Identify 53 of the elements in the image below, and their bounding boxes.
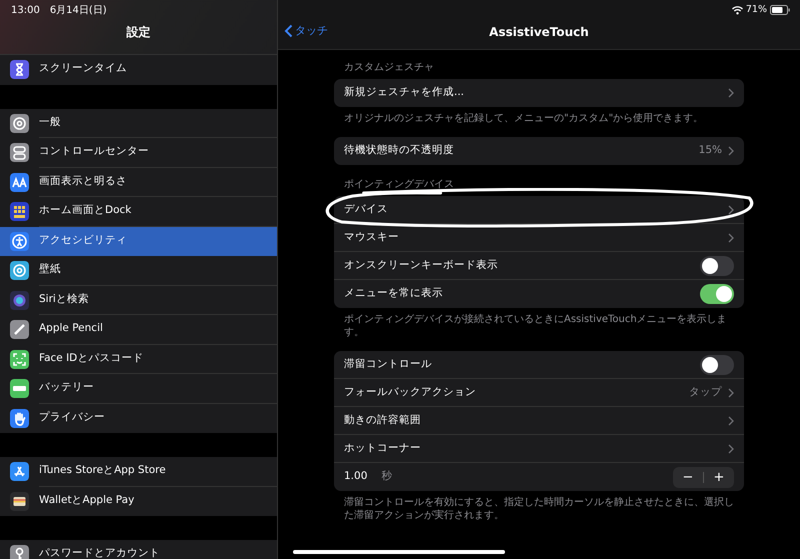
section-header: ポインティングデバイス <box>343 178 455 192</box>
sidebar-item[interactable]: Face IDとパスコード <box>0 344 277 374</box>
toggle-switch[interactable] <box>700 354 734 374</box>
chevron-icon <box>728 416 734 426</box>
sidebar-item[interactable]: iTunes StoreとApp Store <box>0 457 277 486</box>
sidebar-item[interactable]: 画面表示と明るさ <box>0 168 277 197</box>
row-label: オンスクリーンキーボード表示 <box>344 258 498 273</box>
chevron-icon <box>728 146 734 156</box>
battery-icon <box>770 5 790 16</box>
toggle-switch[interactable] <box>700 284 734 304</box>
section-header: カスタムジェスチャ <box>343 61 435 75</box>
stepper-value: 1.00 <box>344 469 368 484</box>
sidebar-item[interactable]: バッテリー <box>0 374 277 404</box>
chevron-icon <box>728 388 734 398</box>
settings-row[interactable]: デバイス <box>334 196 744 224</box>
section-footer: ポインティングデバイスが接続されているときにAssistiveTouchメニューを表示します。 <box>334 308 744 339</box>
toggle-switch[interactable] <box>700 256 734 276</box>
back-chevron-icon <box>284 24 293 38</box>
decrement-button[interactable]: − <box>673 470 703 484</box>
wifi-icon <box>732 6 743 15</box>
sidebar-item[interactable]: Apple Pencil <box>0 315 277 344</box>
sidebar-item[interactable]: 壁紙 <box>0 256 277 286</box>
sidebar-item[interactable]: プライバシー <box>0 404 277 433</box>
settings-row[interactable]: マウスキー <box>334 224 744 252</box>
increment-button[interactable]: + <box>704 470 734 484</box>
sidebar-item[interactable]: 一般 <box>0 108 277 138</box>
status-time: 13:00 6月14日(日) <box>11 4 107 18</box>
back-button[interactable]: タッチ <box>284 23 328 40</box>
row-value: タップ <box>689 384 722 400</box>
settings-row[interactable]: 動きの許容範囲 <box>334 407 744 435</box>
settings-row[interactable]: ホットコーナー <box>334 435 744 463</box>
settings-row[interactable]: 待機状態時の不透明度 15% <box>334 137 744 165</box>
page-title: AssistiveTouch <box>488 24 590 41</box>
chevron-icon <box>728 88 734 98</box>
unit-label: 秒 <box>381 469 392 484</box>
sidebar-item[interactable]: パスワードとアカウント <box>0 540 277 559</box>
chevron-icon <box>728 232 734 242</box>
row-label: 滞留コントロール <box>344 356 432 372</box>
row-value: 15% <box>698 143 722 158</box>
settings-row[interactable]: 新規ジェスチャを作成... <box>334 79 744 107</box>
section-footer: 滞留コントロールを有効にすると、指定した時間カーソルを静止させたときに、選択した滞留アクションが実行されます。 <box>334 491 744 522</box>
row-label: メニューを常に表示 <box>344 286 443 302</box>
settings-row[interactable]: フォールバックアクション タップ <box>334 379 744 407</box>
sidebar-title: 設定 <box>125 24 152 41</box>
chevron-icon <box>728 204 734 214</box>
section-footer: オリジナルのジェスチャを記録して、メニューの"カスタム"から使用できます。 <box>334 107 744 125</box>
sidebar-item[interactable]: Siriと検索 <box>0 286 277 315</box>
battery-percent: 71% <box>746 3 767 17</box>
chevron-icon <box>728 444 734 454</box>
sidebar-item[interactable]: WalletとApple Pay <box>0 486 277 516</box>
sidebar-item[interactable]: アクセシビリティ <box>0 226 277 256</box>
sidebar-item[interactable]: コントロールセンター <box>0 138 277 168</box>
sidebar-item[interactable]: スクリーンタイム <box>0 55 277 84</box>
